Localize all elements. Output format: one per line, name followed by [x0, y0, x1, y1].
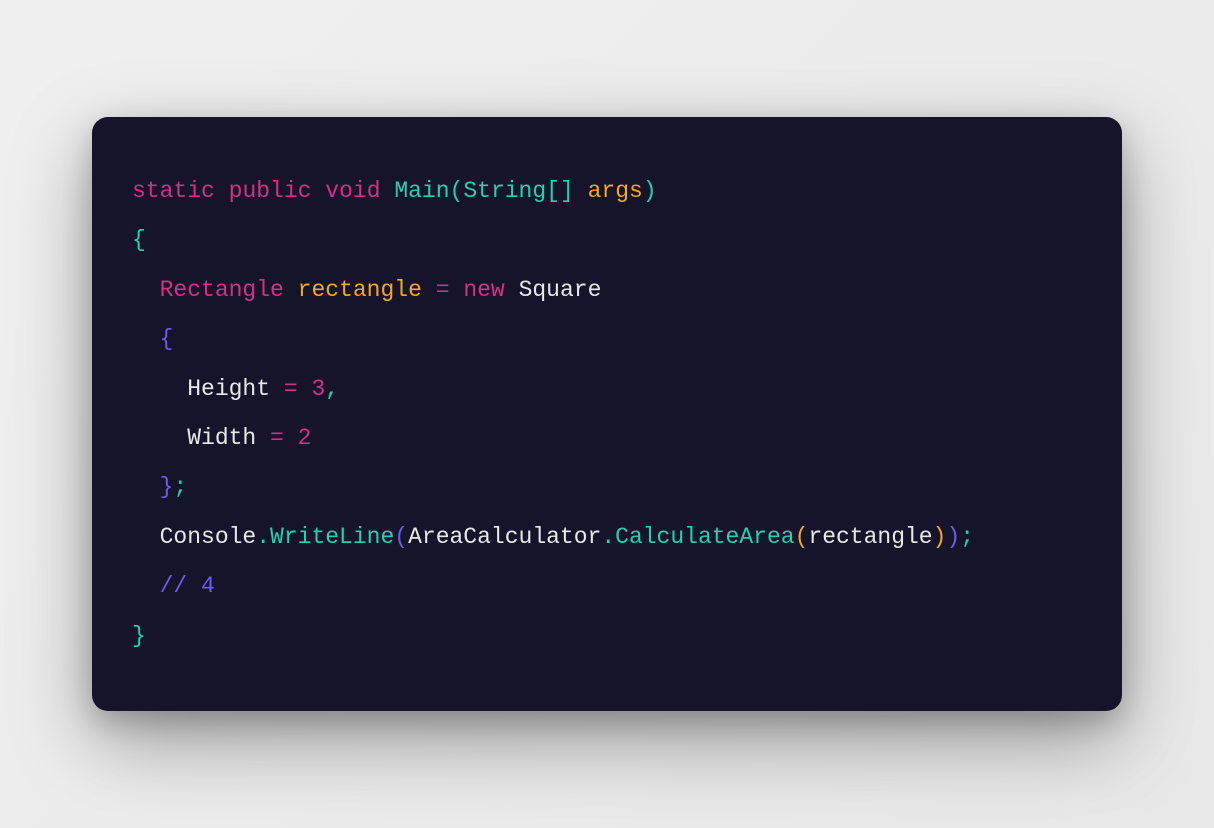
type-string: String: [463, 178, 546, 204]
indent: [132, 425, 187, 451]
dot: .: [256, 524, 270, 550]
prop-height: Height: [187, 376, 270, 402]
type-square: Square: [519, 277, 602, 303]
method-writeline: WriteLine: [270, 524, 394, 550]
brace-open-inner: {: [160, 326, 174, 352]
brace-close: }: [132, 623, 146, 649]
paren-open: (: [394, 524, 408, 550]
keyword-static: static: [132, 178, 215, 204]
prop-width: Width: [187, 425, 256, 451]
indent: [132, 573, 160, 599]
dot: .: [601, 524, 615, 550]
arg-rectangle: rectangle: [808, 524, 932, 550]
number-2: 2: [298, 425, 312, 451]
var-rectangle: rectangle: [298, 277, 422, 303]
assign-op: =: [436, 277, 450, 303]
keyword-public: public: [229, 178, 312, 204]
keyword-new: new: [463, 277, 504, 303]
class-areacalculator: AreaCalculator: [408, 524, 601, 550]
paren-open-inner: (: [795, 524, 809, 550]
indent: [132, 326, 160, 352]
comment: // 4: [160, 573, 215, 599]
comma: ,: [325, 376, 339, 402]
indent: [132, 376, 187, 402]
method-main: Main: [394, 178, 449, 204]
assign-op: =: [270, 425, 284, 451]
code-content: static public void Main(String[] args) {…: [132, 167, 1082, 661]
method-calculatearea: CalculateArea: [615, 524, 794, 550]
semicolon: ;: [960, 524, 974, 550]
assign-op: =: [284, 376, 298, 402]
paren-close: ): [946, 524, 960, 550]
paren-open: (: [450, 178, 464, 204]
type-rectangle: Rectangle: [160, 277, 284, 303]
indent: [132, 277, 160, 303]
paren-close-inner: ): [933, 524, 947, 550]
number-3: 3: [311, 376, 325, 402]
param-args: args: [588, 178, 643, 204]
indent: [132, 474, 160, 500]
keyword-void: void: [325, 178, 380, 204]
brace-close-inner: }: [160, 474, 174, 500]
indent: [132, 524, 160, 550]
brace-open: {: [132, 227, 146, 253]
class-console: Console: [160, 524, 257, 550]
semicolon: ;: [173, 474, 187, 500]
brackets: []: [546, 178, 574, 204]
code-block: static public void Main(String[] args) {…: [92, 117, 1122, 711]
paren-close: ): [643, 178, 657, 204]
